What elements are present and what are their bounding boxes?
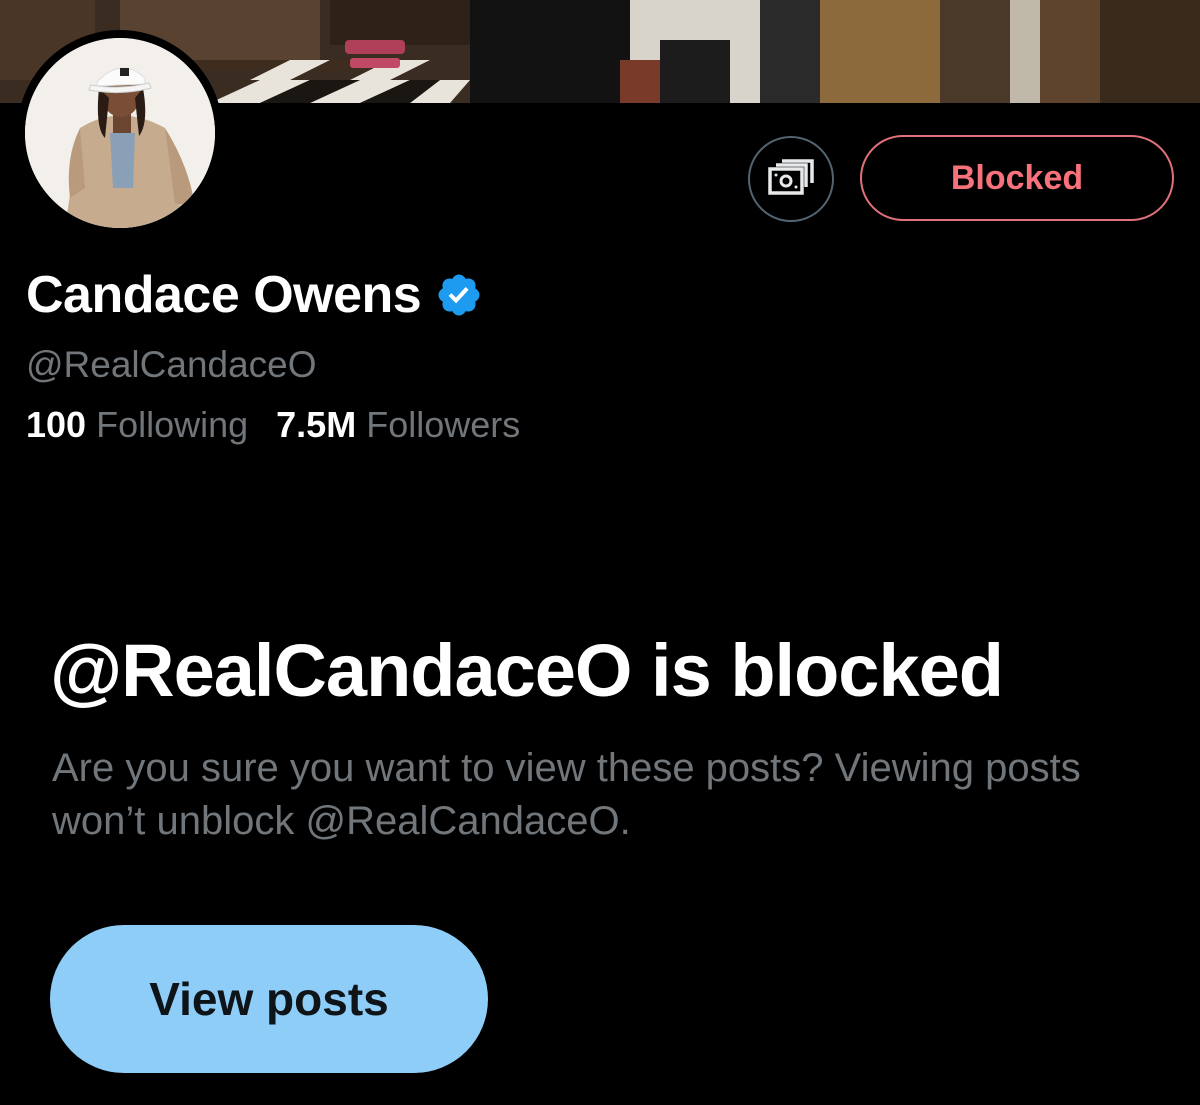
following-count: 100 <box>26 404 87 445</box>
display-name: Candace Owens <box>26 266 422 324</box>
followers-label: Followers <box>366 404 521 445</box>
following-label: Following <box>96 404 249 445</box>
blocked-notice-title: @RealCandaceO is blocked <box>50 629 1004 712</box>
avatar <box>25 38 215 228</box>
view-posts-button[interactable]: View posts <box>50 925 488 1073</box>
follow-stats: 100 Following 7.5M Followers <box>26 404 520 446</box>
display-name-row: Candace Owens <box>26 262 483 328</box>
blocked-notice-description: Are you sure you want to view these post… <box>52 746 1081 843</box>
followers-stat[interactable]: 7.5M Followers <box>276 404 520 446</box>
money-icon <box>768 159 814 195</box>
avatar-frame[interactable] <box>17 30 223 236</box>
profile-handle: @RealCandaceO <box>26 344 317 385</box>
blocked-button[interactable]: Blocked <box>860 135 1174 221</box>
followers-count: 7.5M <box>276 404 357 445</box>
verified-badge-icon[interactable] <box>435 271 483 319</box>
following-stat[interactable]: 100 Following <box>26 404 248 446</box>
tips-button[interactable] <box>748 136 834 222</box>
